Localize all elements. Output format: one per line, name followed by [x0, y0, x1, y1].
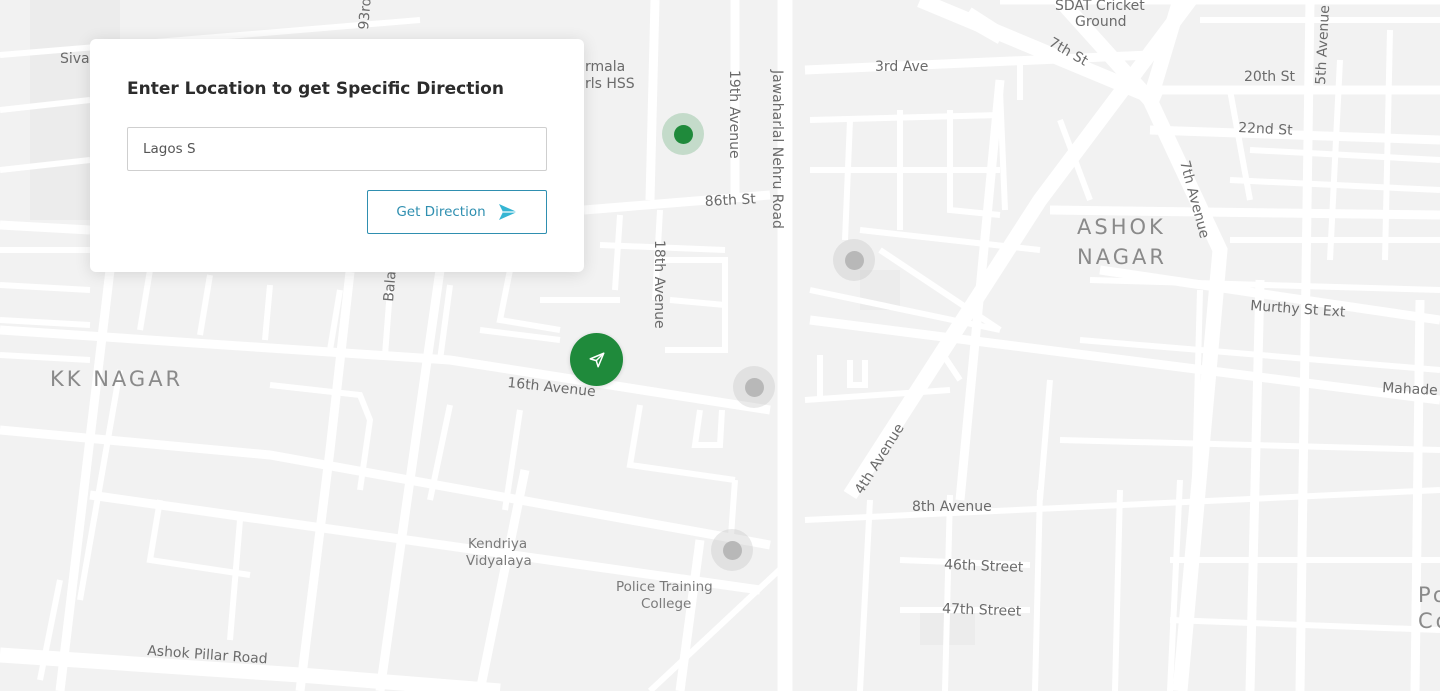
- navigation-arrow-icon: [589, 352, 604, 367]
- label-22nd-st: 22nd St: [1238, 120, 1294, 139]
- label-93rd: 93rd: [356, 0, 375, 30]
- location-input[interactable]: [127, 127, 547, 171]
- map-marker[interactable]: [711, 529, 753, 571]
- panel-title: Enter Location to get Specific Direction: [127, 79, 504, 99]
- get-direction-label: Get Direction: [396, 204, 486, 220]
- label-8th-avenue: 8th Avenue: [912, 499, 992, 515]
- current-location-button[interactable]: [570, 333, 623, 386]
- label-nirmala-hss: rmala: [585, 59, 625, 75]
- label-86th-st: 86th St: [704, 191, 756, 210]
- label-47th-street: 47th Street: [942, 601, 1022, 620]
- map-marker[interactable]: [733, 366, 775, 408]
- map-marker[interactable]: [833, 239, 875, 281]
- get-direction-button[interactable]: Get Direction: [367, 190, 547, 234]
- label-police-training-college-2: College: [641, 596, 691, 612]
- label-co: Co: [1418, 609, 1440, 633]
- label-20th-st: 20th St: [1244, 69, 1296, 85]
- label-siva: Siva: [60, 51, 90, 67]
- paper-plane-icon: [498, 204, 517, 220]
- label-sdat-cricket: SDAT Cricket: [1055, 0, 1145, 14]
- label-3rd-ave: 3rd Ave: [875, 59, 928, 75]
- label-sdat-cricket-2: Ground: [1075, 14, 1127, 30]
- label-kendriya-vidyalaya-2: Vidyalaya: [466, 553, 532, 569]
- label-18th-avenue: 18th Avenue: [651, 240, 667, 329]
- label-kendriya-vidyalaya: Kendriya: [468, 536, 527, 552]
- label-46th-street: 46th Street: [944, 557, 1024, 576]
- label-19th-avenue: 19th Avenue: [726, 70, 742, 159]
- label-mahade: Mahade: [1382, 380, 1438, 399]
- label-kk-nagar: KK NAGAR: [50, 367, 183, 391]
- label-nirmala-hss-2: rls HSS: [585, 76, 635, 92]
- label-ashok-nagar: ASHOK: [1077, 215, 1166, 239]
- label-ashok-nagar-2: NAGAR: [1077, 245, 1167, 269]
- label-police-training-college: Police Training: [616, 579, 713, 595]
- direction-panel: Enter Location to get Specific Direction…: [90, 39, 584, 272]
- label-jawaharlal-nehru-road: Jawaharlal Nehru Road: [769, 69, 785, 229]
- label-po: Po: [1418, 583, 1440, 607]
- map-marker-active[interactable]: [662, 113, 704, 155]
- label-bala: Bala: [381, 270, 400, 302]
